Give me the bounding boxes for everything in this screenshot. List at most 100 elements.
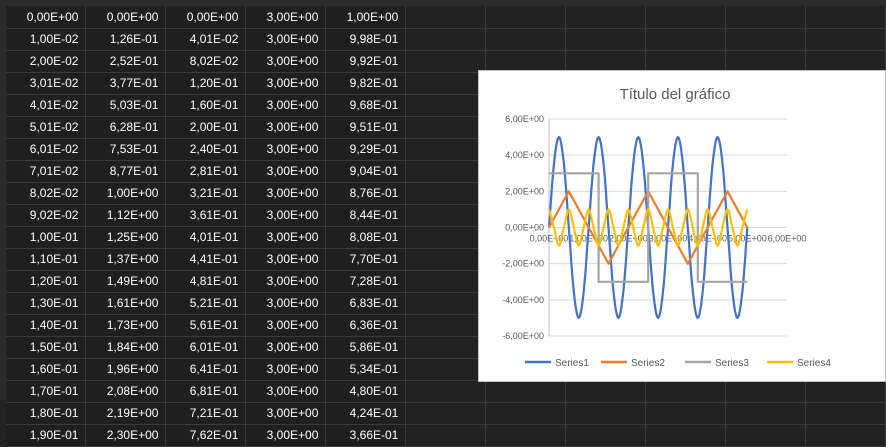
cell[interactable]: 1,25E+00 — [85, 226, 167, 249]
cell[interactable]: 1,12E+00 — [85, 204, 167, 227]
cell[interactable]: 9,29E-01 — [325, 138, 407, 161]
cell[interactable]: 1,70E-01 — [6, 380, 87, 403]
empty-cell[interactable] — [645, 424, 727, 447]
cell[interactable]: 3,00E+00 — [245, 402, 327, 425]
cell[interactable]: 9,68E-01 — [325, 94, 407, 117]
empty-cell[interactable] — [565, 424, 647, 447]
empty-cell[interactable] — [485, 28, 567, 51]
empty-cell[interactable] — [405, 424, 487, 447]
cell[interactable]: 5,03E-01 — [85, 94, 167, 117]
cell[interactable]: 1,00E+00 — [325, 6, 407, 29]
empty-cell[interactable] — [565, 50, 647, 73]
empty-cell[interactable] — [725, 424, 806, 447]
cell[interactable]: 4,80E-01 — [325, 380, 407, 403]
empty-cell[interactable] — [725, 6, 806, 29]
cell[interactable]: 3,00E+00 — [245, 336, 327, 359]
cell[interactable]: 7,01E-02 — [6, 160, 87, 183]
cell[interactable]: 1,20E-01 — [165, 72, 247, 95]
empty-cell[interactable] — [805, 6, 886, 29]
cell[interactable]: 7,70E-01 — [325, 248, 407, 271]
empty-cell[interactable] — [645, 50, 727, 73]
empty-cell[interactable] — [405, 182, 487, 205]
empty-cell[interactable] — [405, 94, 487, 117]
cell[interactable]: 4,41E-01 — [165, 248, 247, 271]
cell[interactable]: 3,00E+00 — [245, 204, 327, 227]
cell[interactable]: 1,00E-01 — [6, 226, 87, 249]
cell[interactable]: 7,62E-01 — [165, 424, 247, 447]
cell[interactable]: 5,61E-01 — [165, 314, 247, 337]
cell[interactable]: 9,82E-01 — [325, 72, 407, 95]
cell[interactable]: 1,80E-01 — [6, 402, 87, 425]
empty-cell[interactable] — [405, 72, 487, 95]
cell[interactable]: 3,00E+00 — [245, 6, 327, 29]
cell[interactable]: 3,00E+00 — [245, 226, 327, 249]
cell[interactable]: 2,00E-02 — [6, 50, 87, 73]
empty-cell[interactable] — [405, 50, 487, 73]
empty-cell[interactable] — [805, 402, 886, 425]
cell[interactable]: 1,61E+00 — [85, 292, 167, 315]
cell[interactable]: 1,73E+00 — [85, 314, 167, 337]
cell[interactable]: 1,90E-01 — [6, 424, 87, 447]
empty-cell[interactable] — [725, 380, 806, 403]
empty-cell[interactable] — [405, 248, 487, 271]
empty-cell[interactable] — [405, 380, 487, 403]
cell[interactable]: 6,01E-01 — [165, 336, 247, 359]
cell[interactable]: 1,60E-01 — [165, 94, 247, 117]
cell[interactable]: 3,00E+00 — [245, 292, 327, 315]
empty-cell[interactable] — [405, 204, 487, 227]
empty-cell[interactable] — [645, 6, 727, 29]
cell[interactable]: 1,96E+00 — [85, 358, 167, 381]
cell[interactable]: 3,21E-01 — [165, 182, 247, 205]
empty-cell[interactable] — [565, 402, 647, 425]
cell[interactable]: 4,01E-02 — [165, 28, 247, 51]
cell[interactable]: 6,81E-01 — [165, 380, 247, 403]
cell[interactable]: 1,60E-01 — [6, 358, 87, 381]
empty-cell[interactable] — [405, 160, 487, 183]
empty-cell[interactable] — [405, 28, 487, 51]
cell[interactable]: 3,00E+00 — [245, 182, 327, 205]
empty-cell[interactable] — [725, 50, 806, 73]
cell[interactable]: 8,08E-01 — [325, 226, 407, 249]
chart[interactable]: Título del gráfico 6,00E+00 4,00E+00 2,00E+… — [478, 70, 886, 382]
cell[interactable]: 6,01E-02 — [6, 138, 87, 161]
cell[interactable]: 3,00E+00 — [245, 160, 327, 183]
empty-cell[interactable] — [405, 270, 487, 293]
cell[interactable]: 5,21E-01 — [165, 292, 247, 315]
empty-cell[interactable] — [805, 50, 886, 73]
cell[interactable]: 3,00E+00 — [245, 270, 327, 293]
cell[interactable]: 7,53E-01 — [85, 138, 167, 161]
empty-cell[interactable] — [725, 28, 806, 51]
empty-cell[interactable] — [645, 28, 727, 51]
cell[interactable]: 7,21E-01 — [165, 402, 247, 425]
cell[interactable]: 2,08E+00 — [85, 380, 167, 403]
cell[interactable]: 8,77E-01 — [85, 160, 167, 183]
cell[interactable]: 3,00E+00 — [245, 138, 327, 161]
cell[interactable]: 1,00E+00 — [85, 182, 167, 205]
empty-cell[interactable] — [485, 6, 567, 29]
cell[interactable]: 3,00E+00 — [245, 50, 327, 73]
cell[interactable]: 1,26E-01 — [85, 28, 167, 51]
cell[interactable]: 9,02E-02 — [6, 204, 87, 227]
cell[interactable]: 8,76E-01 — [325, 182, 407, 205]
cell[interactable]: 1,10E-01 — [6, 248, 87, 271]
cell[interactable]: 6,28E-01 — [85, 116, 167, 139]
empty-cell[interactable] — [405, 358, 487, 381]
cell[interactable]: 6,83E-01 — [325, 292, 407, 315]
cell[interactable]: 9,51E-01 — [325, 116, 407, 139]
empty-cell[interactable] — [805, 28, 886, 51]
cell[interactable]: 2,30E+00 — [85, 424, 167, 447]
cell[interactable]: 6,41E-01 — [165, 358, 247, 381]
cell[interactable]: 3,77E-01 — [85, 72, 167, 95]
cell[interactable]: 1,00E-02 — [6, 28, 87, 51]
cell[interactable]: 8,02E-02 — [165, 50, 247, 73]
cell[interactable]: 1,30E-01 — [6, 292, 87, 315]
cell[interactable]: 9,92E-01 — [325, 50, 407, 73]
cell[interactable]: 3,61E-01 — [165, 204, 247, 227]
cell[interactable]: 3,66E-01 — [325, 424, 407, 447]
cell[interactable]: 4,01E-01 — [165, 226, 247, 249]
cell[interactable]: 1,49E+00 — [85, 270, 167, 293]
cell[interactable]: 1,37E+00 — [85, 248, 167, 271]
cell[interactable]: 7,28E-01 — [325, 270, 407, 293]
empty-cell[interactable] — [405, 116, 487, 139]
cell[interactable]: 2,40E-01 — [165, 138, 247, 161]
